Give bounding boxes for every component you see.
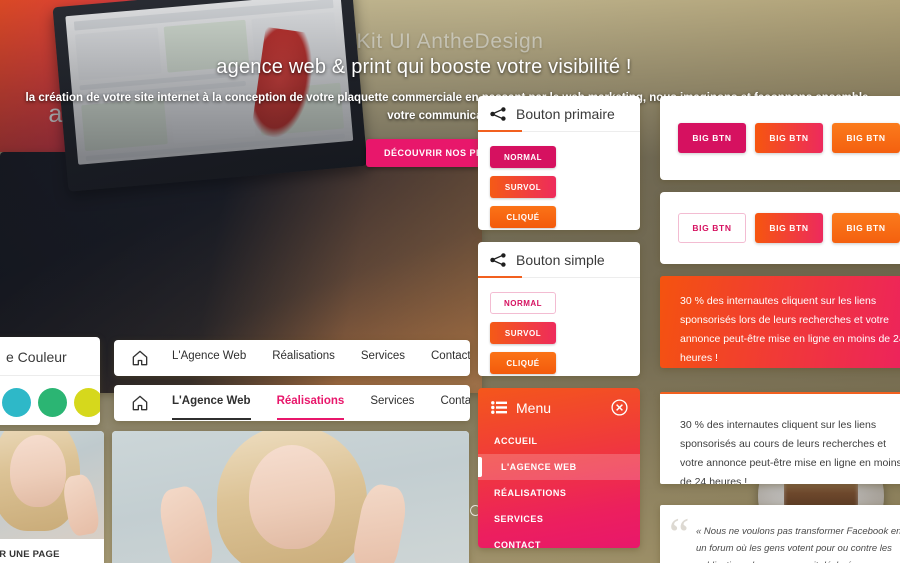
nav-link-agence[interactable]: L'Agence Web: [172, 395, 251, 420]
menu-item-realisations[interactable]: RÉALISATIONS: [478, 480, 640, 506]
big-button-row: BIG BTN BIG BTN BIG BTN: [660, 96, 900, 180]
card-body: NORMAL SURVOL CLIQUÉ ACTIF: [478, 132, 640, 230]
big-button-row: BIG BTN BIG BTN BIG BTN: [660, 192, 900, 264]
menu-item-contact[interactable]: CONTACT: [478, 532, 640, 548]
navbar-active: L'Agence Web Réalisations Services Conta…: [114, 385, 470, 421]
navbar-default: L'Agence Web Réalisations Services Conta…: [114, 340, 470, 376]
nav-link-contact[interactable]: Contact: [440, 395, 470, 411]
text-block-quote: “ « Nous ne voulons pas transformer Face…: [660, 505, 900, 563]
card-body: NORMAL SURVOL CLIQUÉ ACTIF: [478, 278, 640, 376]
button-clique[interactable]: CLIQUÉ: [490, 206, 556, 228]
menu-title: Menu: [516, 399, 552, 416]
card-title: Bouton simple: [516, 252, 605, 268]
thumbs-up-photo: [112, 431, 469, 563]
nav-link-contact[interactable]: Contact: [431, 350, 470, 366]
color-swatch[interactable]: [38, 388, 67, 417]
quote-text: « Nous ne voulons pas transformer Facebo…: [696, 526, 900, 563]
card-menu: Menu ACCUEIL L'AGENCE WEB RÉALISATIONS S…: [478, 388, 640, 548]
card-header: Bouton primaire: [478, 96, 640, 132]
photo-caption: CRÉER UNE PAGE PROFESSIONNELLE ?: [0, 549, 77, 563]
photo-card-big: [112, 431, 469, 563]
list-icon[interactable]: [491, 401, 507, 414]
button-normal[interactable]: NORMAL: [490, 292, 556, 314]
button-survol[interactable]: SURVOL: [490, 322, 556, 344]
menu-item-agence-web[interactable]: L'AGENCE WEB: [478, 454, 640, 480]
color-swatch[interactable]: [74, 388, 100, 417]
navbar-links: L'Agence Web Réalisations Services Conta…: [172, 350, 470, 366]
big-button[interactable]: BIG BTN: [755, 213, 823, 243]
close-circle-icon[interactable]: [611, 399, 628, 416]
card-title: Bouton primaire: [516, 106, 615, 122]
nav-link-services[interactable]: Services: [361, 350, 405, 366]
card-big-buttons-filled: BIG BTN BIG BTN BIG BTN: [660, 96, 900, 180]
button-survol[interactable]: SURVOL: [490, 176, 556, 198]
couleur-card: e Couleur: [0, 337, 100, 425]
nav-link-realisations[interactable]: Réalisations: [276, 395, 344, 420]
big-button[interactable]: BIG BTN: [832, 123, 900, 153]
big-button[interactable]: BIG BTN: [678, 213, 746, 243]
menu-item-services[interactable]: SERVICES: [478, 506, 640, 532]
big-button[interactable]: BIG BTN: [832, 213, 900, 243]
quote-mark-icon: “: [669, 508, 690, 559]
color-swatch-list: [0, 376, 100, 417]
nav-link-realisations[interactable]: Réalisations: [272, 350, 335, 366]
menu-item-accueil[interactable]: ACCUEIL: [478, 428, 640, 454]
menu-header: Menu: [478, 388, 640, 426]
text-block-orange: 30 % des internautes cliquent sur les li…: [660, 276, 900, 368]
share-nodes-icon: [490, 253, 506, 267]
nav-link-agence[interactable]: L'Agence Web: [172, 350, 246, 366]
color-swatch[interactable]: [2, 388, 31, 417]
home-icon[interactable]: [130, 348, 150, 368]
hero-cta-button[interactable]: DÉCOUVRIR NOS PRODUITS: [365, 139, 538, 167]
home-icon[interactable]: [130, 393, 150, 413]
card-bouton-primaire: Bouton primaire NORMAL SURVOL CLIQUÉ ACT…: [478, 96, 640, 230]
big-button[interactable]: BIG BTN: [678, 123, 746, 153]
big-button[interactable]: BIG BTN: [755, 123, 823, 153]
couleur-card-title: e Couleur: [0, 337, 100, 376]
button-normal[interactable]: NORMAL: [490, 146, 556, 168]
portrait-photo: [0, 431, 104, 539]
card-header: Bouton simple: [478, 242, 640, 278]
card-big-buttons-outline: BIG BTN BIG BTN BIG BTN: [660, 192, 900, 264]
share-nodes-icon: [490, 107, 506, 121]
photo-card-small: CRÉER UNE PAGE PROFESSIONNELLE ?: [0, 431, 104, 563]
text-block-white: 30 % des internautes cliquent sur les li…: [660, 392, 900, 484]
navbar-links: L'Agence Web Réalisations Services Conta…: [172, 395, 470, 420]
card-bouton-simple: Bouton simple NORMAL SURVOL CLIQUÉ ACTIF: [478, 242, 640, 376]
button-clique[interactable]: CLIQUÉ: [490, 352, 556, 374]
menu-list: ACCUEIL L'AGENCE WEB RÉALISATIONS SERVIC…: [478, 426, 640, 548]
nav-link-services[interactable]: Services: [370, 395, 414, 411]
